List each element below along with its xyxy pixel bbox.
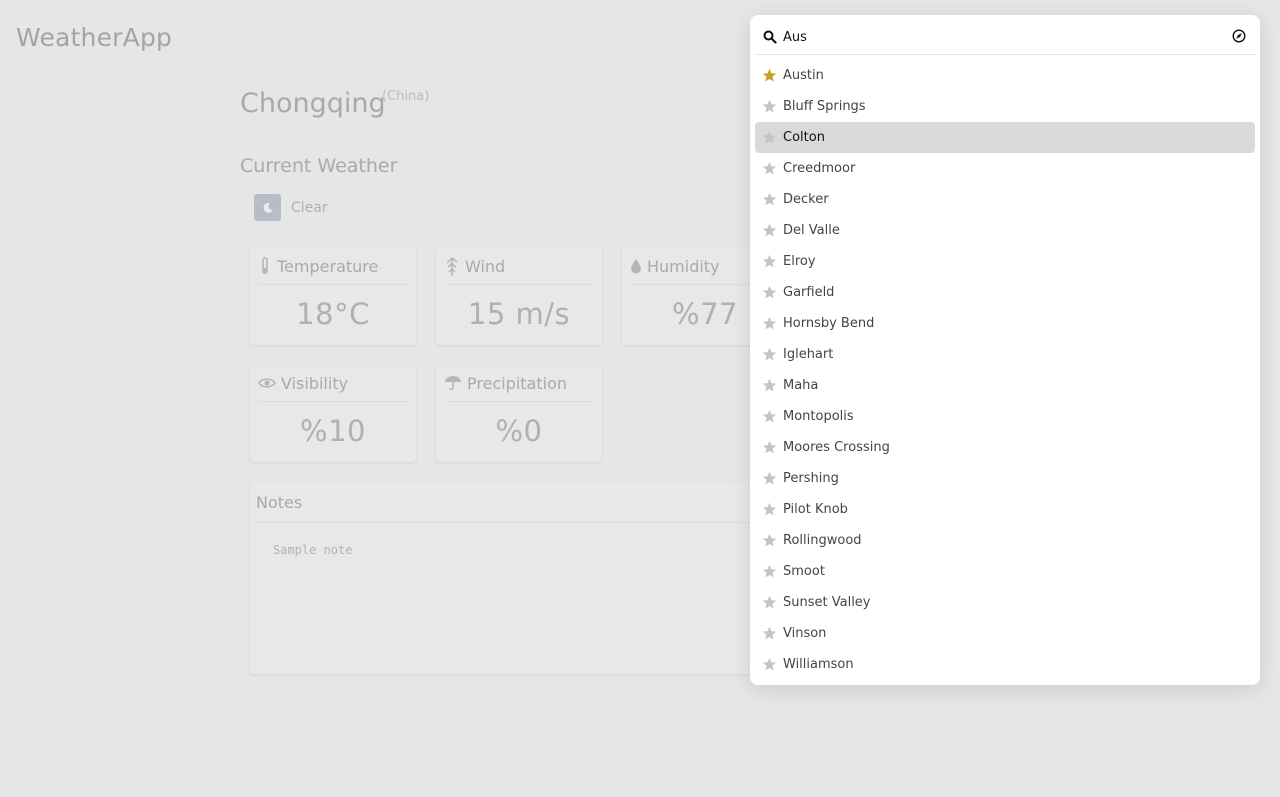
thermometer-icon	[262, 257, 268, 274]
search-result-item[interactable]: Garfield	[755, 277, 1255, 308]
search-result-item[interactable]: Elroy	[755, 246, 1255, 277]
notes-panel: Notes Sample note	[250, 482, 770, 674]
search-result-item[interactable]: Vinson	[755, 618, 1255, 649]
search-results-list: Austin Bluff Springs Colton Creedmoor Decker…	[755, 60, 1255, 680]
search-result-label: Elroy	[783, 254, 816, 269]
eye-icon	[258, 378, 276, 388]
search-result-label: Hornsby Bend	[783, 316, 875, 331]
precipitation-label: Precipitation	[467, 373, 568, 393]
search-result-label: Del Valle	[783, 223, 840, 238]
star-icon[interactable]	[762, 316, 777, 331]
app-title[interactable]: WeatherApp	[16, 23, 172, 52]
search-result-item[interactable]: Maha	[755, 370, 1255, 401]
search-input[interactable]	[783, 27, 1213, 47]
search-result-item[interactable]: Smoot	[755, 556, 1255, 587]
search-result-label: Rollingwood	[783, 533, 862, 548]
search-result-label: Maha	[783, 378, 819, 393]
moon-icon	[254, 194, 281, 221]
temperature-card: Temperature 18°C	[250, 248, 416, 345]
star-icon[interactable]	[762, 471, 777, 486]
temperature-value: 18°C	[296, 297, 370, 331]
search-result-item[interactable]: Pershing	[755, 463, 1255, 494]
star-icon[interactable]	[762, 409, 777, 424]
search-result-item[interactable]: Colton	[755, 122, 1255, 153]
notes-title: Notes	[256, 482, 764, 523]
search-result-label: Colton	[783, 130, 825, 145]
search-result-label: Iglehart	[783, 347, 834, 362]
star-icon[interactable]	[762, 192, 777, 207]
star-icon[interactable]	[762, 657, 777, 672]
city-search-dropdown: Austin Bluff Springs Colton Creedmoor Decker…	[750, 15, 1260, 685]
visibility-card: Visibility %10	[250, 365, 416, 462]
search-icon	[763, 30, 777, 44]
search-result-label: Pershing	[783, 471, 839, 486]
search-result-label: Smoot	[783, 564, 825, 579]
droplet-icon	[631, 259, 641, 274]
search-result-label: Creedmoor	[783, 161, 856, 176]
star-icon[interactable]	[762, 502, 777, 517]
current-weather-title: Current Weather	[240, 155, 398, 177]
search-result-label: Sunset Valley	[783, 595, 871, 610]
visibility-value: %10	[300, 414, 366, 448]
star-icon[interactable]	[762, 130, 777, 145]
search-result-label: Montopolis	[783, 409, 854, 424]
search-result-item[interactable]: Austin	[755, 60, 1255, 91]
star-icon[interactable]	[762, 99, 777, 114]
star-icon[interactable]	[762, 254, 777, 269]
search-result-item[interactable]: Sunset Valley	[755, 587, 1255, 618]
search-result-item[interactable]: Decker	[755, 184, 1255, 215]
star-icon[interactable]	[762, 68, 777, 83]
temperature-label: Temperature	[277, 256, 379, 276]
search-result-item[interactable]: Rollingwood	[755, 525, 1255, 556]
wind-label: Wind	[465, 256, 506, 276]
wind-card: Wind 15 m/s	[436, 248, 602, 345]
humidity-label: Humidity	[647, 256, 720, 276]
search-result-label: Williamson	[783, 657, 854, 672]
search-result-label: Moores Crossing	[783, 440, 890, 455]
star-icon[interactable]	[762, 440, 777, 455]
wind-value: 15 m/s	[467, 297, 571, 331]
search-result-label: Vinson	[783, 626, 827, 641]
search-result-item[interactable]: Bluff Springs	[755, 91, 1255, 122]
star-icon[interactable]	[762, 223, 777, 238]
condition-label: Clear	[291, 199, 328, 216]
search-result-item[interactable]: Montopolis	[755, 401, 1255, 432]
visibility-label: Visibility	[281, 373, 349, 393]
search-result-label: Bluff Springs	[783, 99, 866, 114]
search-result-item[interactable]: Iglehart	[755, 339, 1255, 370]
country-name: (China)	[382, 89, 430, 104]
search-result-item[interactable]: Pilot Knob	[755, 494, 1255, 525]
star-icon[interactable]	[762, 533, 777, 548]
search-result-item[interactable]: Williamson	[755, 649, 1255, 680]
search-result-label: Austin	[783, 68, 824, 83]
search-result-item[interactable]: Del Valle	[755, 215, 1255, 246]
search-result-item[interactable]: Moores Crossing	[755, 432, 1255, 463]
search-bar	[755, 21, 1255, 55]
search-result-label: Pilot Knob	[783, 502, 848, 517]
compass-icon[interactable]	[1232, 29, 1246, 43]
precipitation-card: Precipitation %0	[436, 365, 602, 462]
search-result-item[interactable]: Hornsby Bend	[755, 308, 1255, 339]
city-name: Chongqing	[240, 88, 386, 119]
star-icon[interactable]	[762, 626, 777, 641]
notes-textarea[interactable]: Sample note	[273, 543, 770, 557]
search-result-label: Decker	[783, 192, 829, 207]
star-icon[interactable]	[762, 564, 777, 579]
wind-icon	[446, 257, 458, 276]
star-icon[interactable]	[762, 161, 777, 176]
star-icon[interactable]	[762, 347, 777, 362]
umbrella-icon	[445, 376, 461, 391]
weather-condition: Clear	[254, 194, 328, 221]
search-result-item[interactable]: Creedmoor	[755, 153, 1255, 184]
precipitation-value: %0	[495, 414, 543, 448]
star-icon[interactable]	[762, 378, 777, 393]
search-result-label: Garfield	[783, 285, 835, 300]
star-icon[interactable]	[762, 285, 777, 300]
star-icon[interactable]	[762, 595, 777, 610]
